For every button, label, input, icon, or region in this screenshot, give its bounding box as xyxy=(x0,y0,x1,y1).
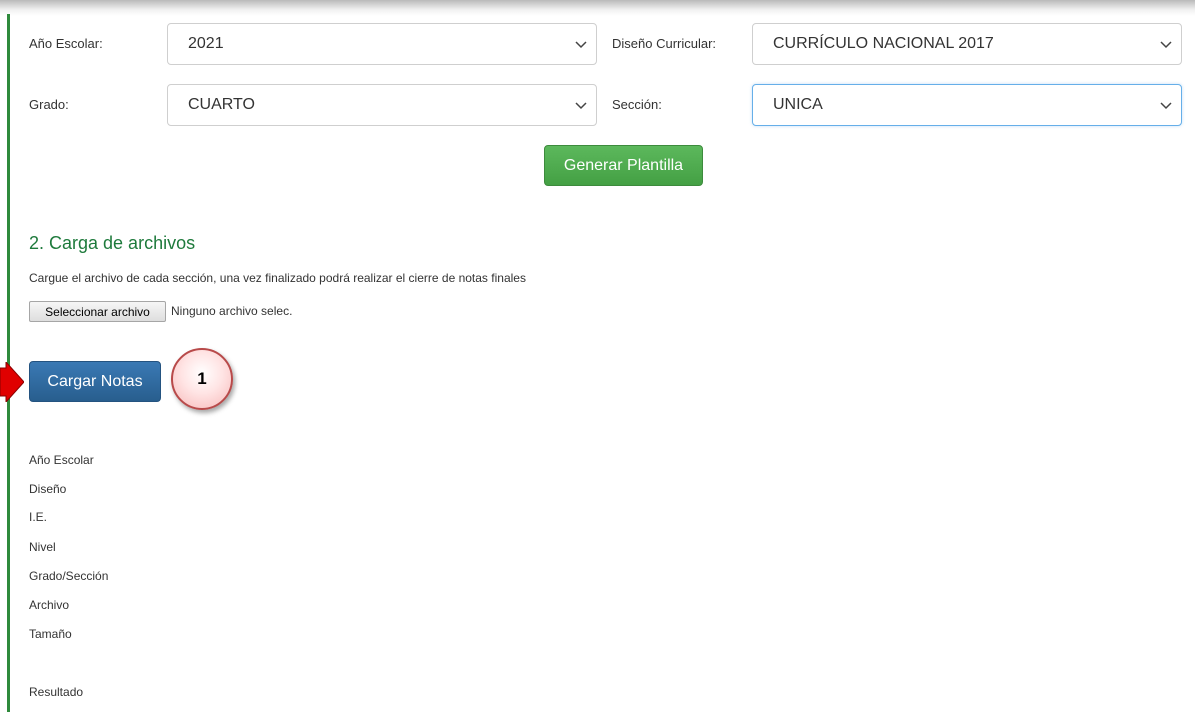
chevron-down-icon xyxy=(1160,102,1172,110)
select-file-button[interactable]: Seleccionar archivo xyxy=(29,301,166,322)
info-label-archivo: Archivo xyxy=(29,598,70,612)
info-label-diseno: Diseño xyxy=(29,482,67,496)
grado-label: Grado: xyxy=(29,97,69,112)
info-label-tamano: Tamaño xyxy=(29,627,72,641)
generar-plantilla-button[interactable]: Generar Plantilla xyxy=(544,145,703,186)
step-callout-badge: 1 xyxy=(171,348,233,410)
anio-escolar-value: 2021 xyxy=(188,35,224,52)
anio-escolar-label: Año Escolar: xyxy=(29,36,103,51)
info-label-resultado: Resultado xyxy=(29,685,84,699)
cargar-notas-button[interactable]: Cargar Notas xyxy=(29,361,161,402)
page: Año Escolar: 2021 Diseño Curricular: CUR… xyxy=(0,0,1195,712)
chevron-down-icon xyxy=(1160,41,1172,49)
seccion-value: UNICA xyxy=(773,96,823,113)
anio-escolar-select[interactable]: 2021 xyxy=(167,23,597,65)
info-label-grado-seccion: Grado/Sección xyxy=(29,569,109,583)
diseno-curricular-label: Diseño Curricular: xyxy=(612,36,717,51)
file-status-text: Ninguno archivo selec. xyxy=(171,304,293,318)
info-label-nivel: Nivel xyxy=(29,540,56,554)
top-shadow xyxy=(0,0,1195,16)
grado-value: CUARTO xyxy=(188,96,255,113)
info-label-anio: Año Escolar xyxy=(29,453,94,467)
seccion-label: Sección: xyxy=(612,97,662,112)
chevron-down-icon xyxy=(575,41,587,49)
section-title: 2. Carga de archivos xyxy=(29,233,196,253)
grado-select[interactable]: CUARTO xyxy=(167,84,597,126)
info-label-ie: I.E. xyxy=(29,510,48,524)
diseno-curricular-value: CURRÍCULO NACIONAL 2017 xyxy=(773,35,994,52)
seccion-select[interactable]: UNICA xyxy=(752,84,1182,126)
section-description: Cargue el archivo de cada sección, una v… xyxy=(29,271,526,285)
red-arrow-icon xyxy=(0,362,24,402)
chevron-down-icon xyxy=(575,102,587,110)
diseno-curricular-select[interactable]: CURRÍCULO NACIONAL 2017 xyxy=(752,23,1182,65)
